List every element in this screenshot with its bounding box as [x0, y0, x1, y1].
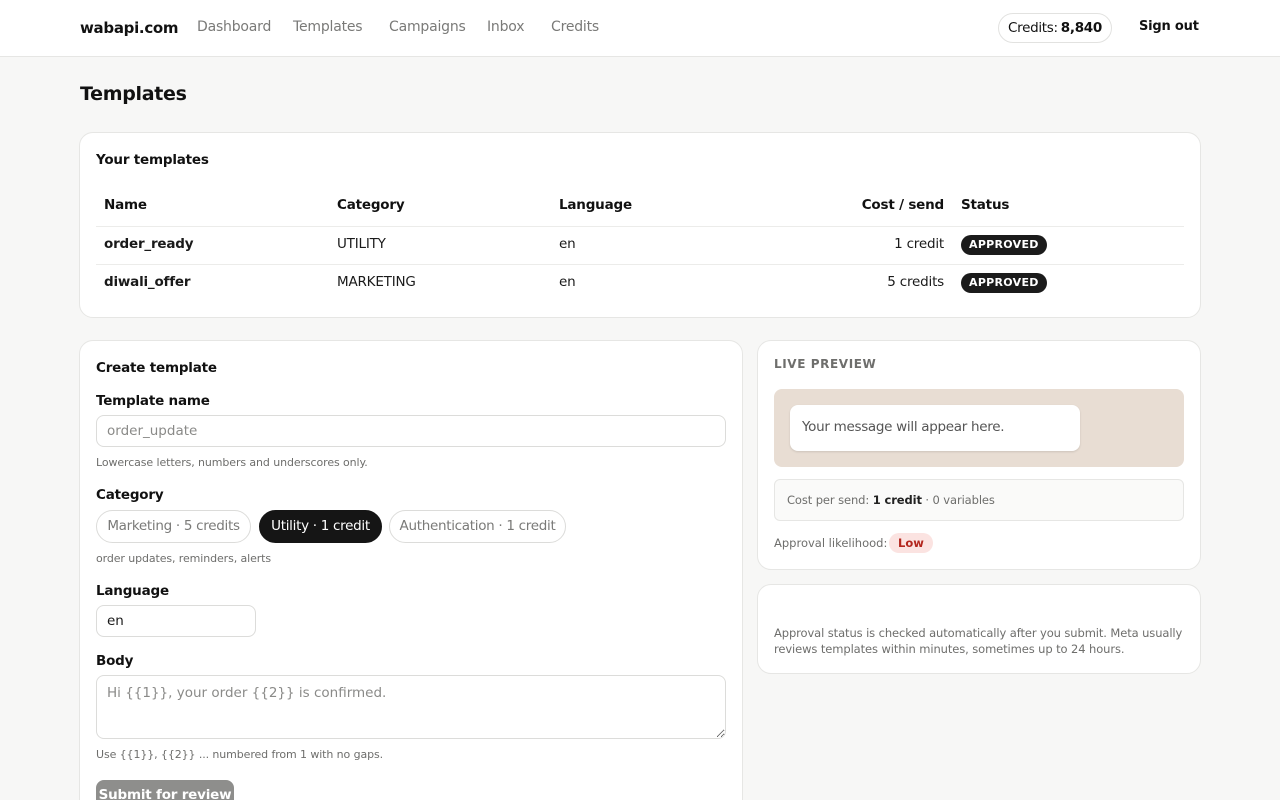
body-hint: Use {{1}}, {{2}} ... numbered from 1 wit…	[96, 748, 383, 761]
template-category: UTILITY	[337, 236, 386, 252]
column-header-status: Status	[961, 197, 1010, 213]
body-label: Body	[96, 653, 134, 669]
page-title: Templates	[80, 83, 187, 105]
submit-for-review-button[interactable]: Submit for review	[96, 780, 234, 800]
row-divider	[96, 226, 1184, 227]
message-bubble: Your message will appear here.	[790, 405, 1080, 451]
nav-templates[interactable]: Templates	[293, 19, 363, 35]
nav-credits[interactable]: Credits	[551, 19, 599, 35]
category-option-authentication[interactable]: Authentication · 1 credit	[389, 510, 566, 543]
category-hint: order updates, reminders, alerts	[96, 552, 272, 565]
template-name-label: Template name	[96, 393, 210, 409]
nav-campaigns[interactable]: Campaigns	[389, 19, 466, 35]
category-label: Category	[96, 487, 164, 503]
variables-count: · 0 variables	[925, 493, 995, 507]
live-preview-card: LIVE PREVIEW Your message will appear he…	[757, 340, 1201, 570]
live-preview-heading: LIVE PREVIEW	[774, 357, 877, 371]
credits-balance: Credits: 8,840	[998, 13, 1112, 43]
approval-info-text: Approval status is checked automatically…	[774, 626, 1183, 656]
signout-button[interactable]: Sign out	[1139, 19, 1199, 34]
cost-value: 1 credit	[872, 493, 922, 507]
language-input[interactable]	[96, 605, 256, 637]
template-name-input[interactable]	[96, 415, 726, 447]
template-name: diwali_offer	[104, 274, 191, 290]
top-navbar: wabapi.com Dashboard Templates Campaigns…	[0, 0, 1280, 57]
template-name: order_ready	[104, 236, 194, 252]
template-cost: 1 credit	[894, 236, 944, 252]
credits-value: 8,840	[1060, 20, 1103, 36]
approval-info-card: Approval status is checked automatically…	[757, 584, 1201, 674]
row-divider	[96, 264, 1184, 265]
template-name-hint: Lowercase letters, numbers and underscor…	[96, 456, 368, 469]
approval-likelihood-label: Approval likelihood:	[774, 536, 888, 550]
column-header-language: Language	[559, 197, 632, 213]
credits-label: Credits:	[1008, 20, 1058, 36]
cost-per-send-box: Cost per send: 1 credit · 0 variables	[774, 479, 1184, 521]
body-textarea[interactable]	[96, 675, 726, 739]
approval-likelihood-badge: Low	[889, 533, 933, 553]
category-option-utility[interactable]: Utility · 1 credit	[259, 510, 382, 543]
template-cost: 5 credits	[887, 274, 944, 290]
cost-label: Cost per send:	[787, 493, 870, 507]
templates-table-title: Your templates	[96, 152, 209, 168]
brand-logo[interactable]: wabapi.com	[80, 19, 179, 37]
templates-table-card: Your templates Name Category Language Co…	[79, 132, 1201, 318]
template-category: MARKETING	[337, 274, 416, 290]
column-header-name: Name	[104, 197, 147, 213]
create-template-title: Create template	[96, 360, 217, 376]
status-badge: APPROVED	[961, 235, 1047, 255]
status-badge: APPROVED	[961, 273, 1047, 293]
nav-inbox[interactable]: Inbox	[487, 19, 525, 35]
column-header-category: Category	[337, 197, 405, 213]
chat-preview-area: Your message will appear here.	[774, 389, 1184, 467]
category-option-marketing[interactable]: Marketing · 5 credits	[96, 510, 251, 543]
nav-dashboard[interactable]: Dashboard	[197, 19, 271, 35]
create-template-card: Create template Template name Lowercase …	[79, 340, 743, 800]
column-header-cost: Cost / send	[861, 197, 944, 213]
template-language: en	[559, 274, 576, 290]
template-language: en	[559, 236, 576, 252]
language-label: Language	[96, 583, 169, 599]
